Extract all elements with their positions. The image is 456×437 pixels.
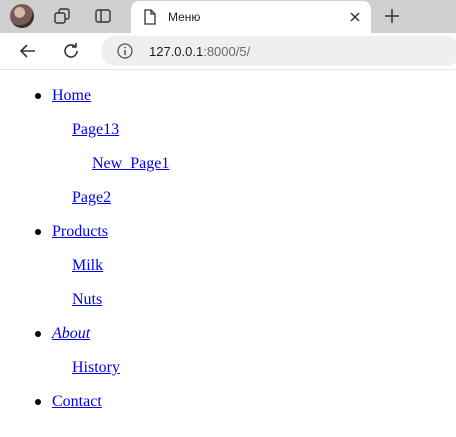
url-text: 127.0.0.1:8000/5/ bbox=[149, 44, 250, 59]
menu-item-new-page1: New_Page1 bbox=[92, 155, 169, 173]
products-link[interactable]: Products bbox=[52, 223, 108, 240]
menu-item-about: About bbox=[52, 325, 90, 343]
back-icon[interactable] bbox=[16, 39, 40, 63]
page-icon bbox=[143, 9, 157, 29]
tab-actions-icon[interactable] bbox=[92, 5, 114, 27]
address-bar[interactable]: 127.0.0.1:8000/5/ bbox=[101, 36, 456, 66]
menu-item-nuts: Nuts bbox=[72, 291, 102, 309]
menu-item-page2: Page2 bbox=[72, 189, 111, 207]
menu-item-contact: Contact bbox=[52, 393, 102, 411]
workspaces-icon[interactable] bbox=[51, 5, 73, 27]
menu-item-history: History bbox=[72, 359, 120, 377]
page-content: Home Page13 New_Page1 Page2 Products Mil… bbox=[0, 69, 456, 437]
menu-item-products: Products bbox=[52, 223, 108, 241]
contact-link[interactable]: Contact bbox=[52, 393, 102, 410]
reload-icon[interactable] bbox=[59, 39, 83, 63]
close-icon[interactable] bbox=[347, 9, 363, 25]
menu-item-page13: Page13 bbox=[72, 121, 119, 139]
active-tab[interactable]: Меню bbox=[131, 1, 371, 33]
nuts-link[interactable]: Nuts bbox=[72, 291, 102, 308]
tab-strip: Меню bbox=[0, 0, 456, 33]
bullet bbox=[35, 399, 41, 405]
toolbar: 127.0.0.1:8000/5/ bbox=[0, 33, 456, 69]
history-link[interactable]: History bbox=[72, 359, 120, 376]
bullet bbox=[35, 93, 41, 99]
page2-link[interactable]: Page2 bbox=[72, 189, 111, 206]
new-page1-link[interactable]: New_Page1 bbox=[92, 155, 169, 172]
menu-item-home: Home bbox=[52, 87, 91, 105]
url-path: :8000/5/ bbox=[203, 44, 251, 59]
menu-item-milk: Milk bbox=[72, 257, 103, 275]
tab-title: Меню bbox=[168, 10, 201, 24]
url-host: 127.0.0.1 bbox=[149, 44, 204, 59]
profile-avatar[interactable] bbox=[10, 4, 34, 28]
info-icon[interactable] bbox=[117, 43, 133, 63]
bullet bbox=[35, 331, 41, 337]
new-tab-icon[interactable] bbox=[381, 5, 403, 27]
page13-link[interactable]: Page13 bbox=[72, 121, 119, 138]
home-link[interactable]: Home bbox=[52, 87, 91, 104]
bullet bbox=[35, 229, 41, 235]
milk-link[interactable]: Milk bbox=[72, 257, 103, 274]
about-link[interactable]: About bbox=[52, 325, 90, 342]
